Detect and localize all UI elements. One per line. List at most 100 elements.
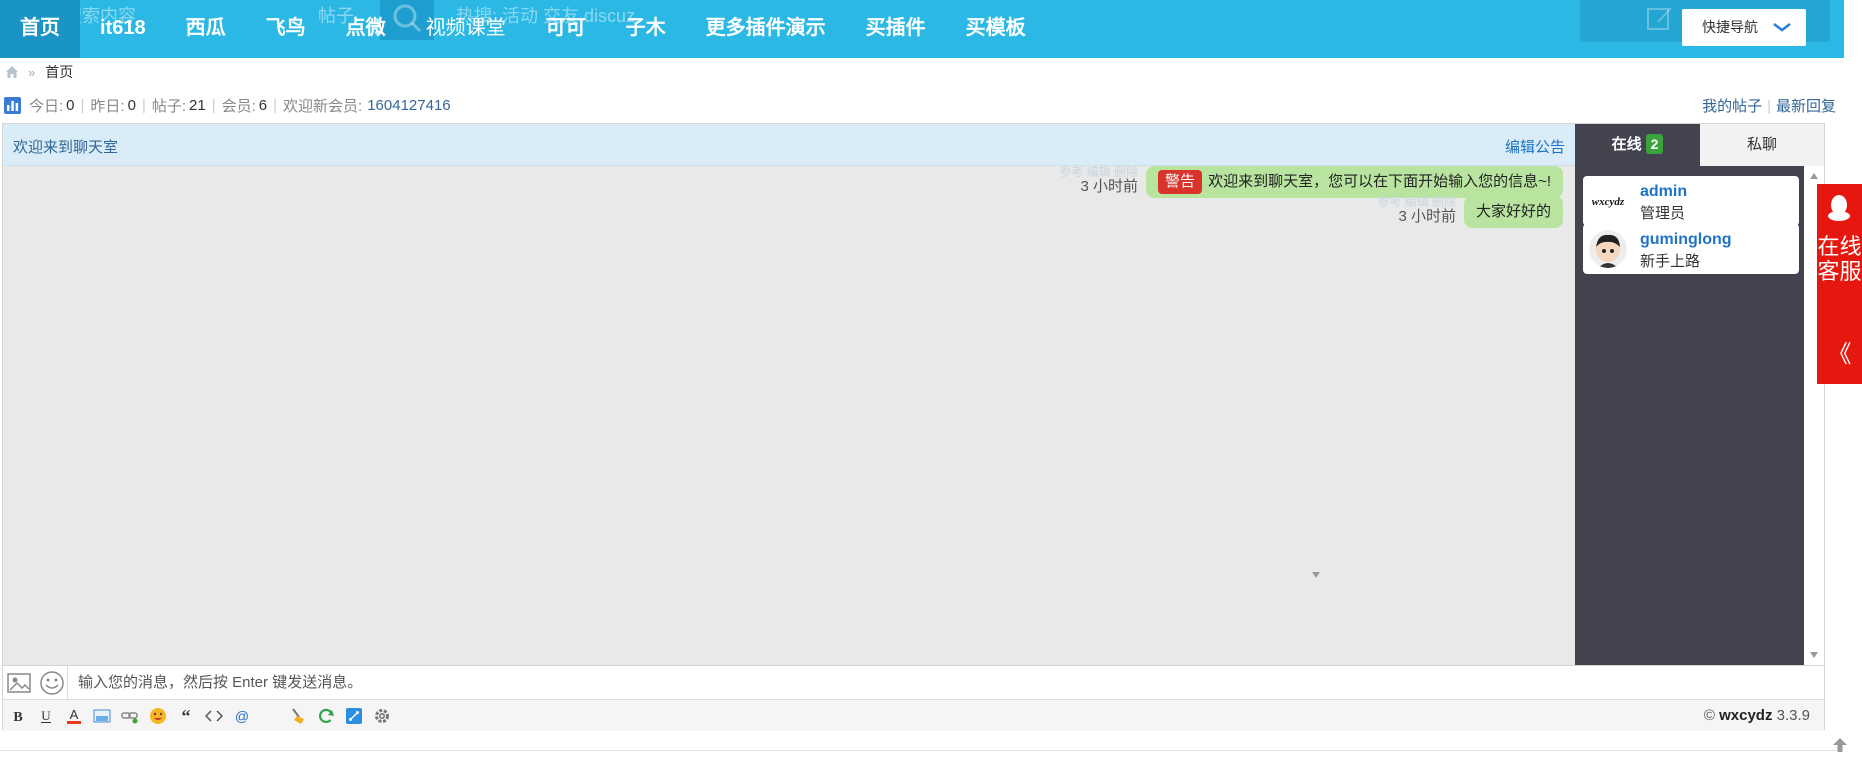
bold-button[interactable]: B xyxy=(7,705,29,727)
svg-text:“: “ xyxy=(182,708,191,724)
service-label: 在线客服 xyxy=(1817,234,1862,284)
nav-item-keke[interactable]: 可可 xyxy=(526,0,606,58)
settings-button[interactable] xyxy=(371,705,393,727)
chat-message: 参考 编辑 删除 3 小时前 警告 欢迎来到聊天室，您可以在下面开始输入您的信息… xyxy=(1059,166,1563,198)
nav-item-dianwei[interactable]: 点微 xyxy=(326,0,406,58)
mention-button[interactable]: @ xyxy=(231,705,253,727)
nav-item-more-plugins[interactable]: 更多插件演示 xyxy=(686,0,846,58)
message-bubble: 大家好好的 xyxy=(1463,196,1563,228)
nav-item-buy-plugins[interactable]: 买插件 xyxy=(846,0,946,58)
code-button[interactable] xyxy=(203,705,225,727)
online-user-guminglong[interactable]: guminglong 新手上路 xyxy=(1583,224,1799,274)
svg-text:U: U xyxy=(41,708,51,723)
new-member-link[interactable]: 1604127416 xyxy=(367,97,450,114)
posts-label: 帖子: xyxy=(151,97,187,115)
online-user-admin[interactable]: wxcydz admin 管理员 xyxy=(1583,176,1799,226)
new-member-label: 欢迎新会员: xyxy=(283,97,363,115)
emoji-icon[interactable] xyxy=(39,670,65,696)
message-list[interactable]: 参考 编辑 删除 3 小时前 警告 欢迎来到聊天室，您可以在下面开始输入您的信息… xyxy=(3,166,1575,665)
message-time: 3 小时前 xyxy=(1398,208,1456,225)
collapse-icon[interactable]: 《 xyxy=(1817,334,1862,369)
svg-text:A: A xyxy=(70,707,79,722)
message-actions[interactable]: 参考 编辑 删除 xyxy=(1377,196,1456,208)
edit-notice-link[interactable]: 编辑公告 xyxy=(1505,136,1565,157)
nav-item-buy-templates[interactable]: 买模板 xyxy=(946,0,1046,58)
avatar xyxy=(1589,230,1627,268)
nav-item-home[interactable]: 首页 xyxy=(0,0,80,58)
qq-icon xyxy=(1828,195,1850,221)
quick-nav-button[interactable]: 快捷导航 xyxy=(1682,9,1806,46)
svg-text:B: B xyxy=(13,710,22,724)
posts-count: 21 xyxy=(189,96,206,114)
version-info: © wxcydz 3.3.9 xyxy=(1704,707,1810,724)
link-icon xyxy=(121,712,138,724)
smiley-button[interactable] xyxy=(147,705,169,727)
copyright-symbol: © xyxy=(1703,707,1715,724)
gear-icon xyxy=(375,709,389,723)
nav-item-feiniao[interactable]: 飞鸟 xyxy=(246,0,326,58)
version-author: wxcydz xyxy=(1719,707,1773,724)
quote-button[interactable]: “ xyxy=(175,705,197,727)
message-input-row xyxy=(3,665,1824,699)
tab-online-label: 在线 xyxy=(1611,136,1642,153)
yesterday-count: 0 xyxy=(127,96,136,114)
scroll-down-icon[interactable] xyxy=(1311,571,1321,579)
refresh-button[interactable] xyxy=(315,705,337,727)
insert-link-button[interactable] xyxy=(119,705,141,727)
scroll-up-icon[interactable] xyxy=(1809,172,1819,180)
fullscreen-icon xyxy=(346,708,362,724)
my-posts-link[interactable]: 我的帖子 xyxy=(1702,98,1762,115)
notice-bar: 欢迎来到聊天室 编辑公告 xyxy=(3,124,1575,166)
stats-chart-icon xyxy=(4,96,21,114)
quick-nav-label: 快捷导航 xyxy=(1702,19,1758,35)
chat-message: 参考 编辑 删除 3 小时前 大家好好的 xyxy=(1377,196,1563,228)
message-text: 欢迎来到聊天室，您可以在下面开始输入您的信息~! xyxy=(1208,173,1551,190)
warning-tag: 警告 xyxy=(1158,170,1203,194)
smiley-icon xyxy=(150,708,166,724)
latest-replies-link[interactable]: 最新回复 xyxy=(1776,98,1836,115)
image-icon xyxy=(93,709,111,723)
breadcrumb-current[interactable]: 首页 xyxy=(45,62,73,82)
message-input[interactable] xyxy=(67,666,1817,699)
broom-icon xyxy=(292,708,304,724)
user-name: admin xyxy=(1640,183,1688,200)
online-panel: 在线 2 私聊 wxcydz admin 管理员 guminglong 新手上路 xyxy=(1575,124,1824,665)
chevron-down-icon xyxy=(1773,23,1791,32)
nav-item-video-class[interactable]: 视频课堂 xyxy=(406,0,526,58)
clear-button[interactable] xyxy=(287,705,309,727)
message-time: 3 小时前 xyxy=(1080,178,1139,195)
nav-menu: 首页 it618 西瓜 飞鸟 点微 视频课堂 可可 子木 更多插件演示 买插件 … xyxy=(0,0,1046,58)
editor-toolbar: B U A “ @ © wxcydz 3.3.9 xyxy=(3,699,1824,731)
chat-room: 欢迎来到聊天室 编辑公告 参考 编辑 删除 3 小时前 警告 欢迎来到聊天室，您… xyxy=(2,123,1825,731)
insert-image-button[interactable] xyxy=(91,705,113,727)
today-label: 今日: xyxy=(29,97,64,115)
underline-icon: U xyxy=(41,708,51,723)
back-to-top-button[interactable] xyxy=(1827,732,1853,758)
tab-online[interactable]: 在线 2 xyxy=(1575,124,1700,166)
font-color-button[interactable]: A xyxy=(63,705,85,727)
image-upload-icon[interactable] xyxy=(7,672,33,694)
home-icon[interactable] xyxy=(4,64,20,80)
at-icon: @ xyxy=(235,708,249,724)
message-meta: 参考 编辑 删除 3 小时前 xyxy=(1059,166,1138,196)
bold-icon: B xyxy=(13,710,22,724)
message-text: 大家好好的 xyxy=(1475,203,1551,220)
code-icon xyxy=(205,710,223,722)
nav-item-zimu[interactable]: 子木 xyxy=(606,0,686,58)
user-role: 新手上路 xyxy=(1640,253,1701,270)
nav-item-it618[interactable]: it618 xyxy=(80,0,166,58)
message-actions[interactable]: 参考 编辑 删除 xyxy=(1059,166,1138,178)
tab-private-chat[interactable]: 私聊 xyxy=(1700,124,1824,166)
fullscreen-button[interactable] xyxy=(343,705,365,727)
scroll-down-icon[interactable] xyxy=(1809,651,1819,659)
underline-button[interactable]: U xyxy=(35,705,57,727)
font-color-icon: A xyxy=(67,707,81,724)
nav-item-xigua[interactable]: 西瓜 xyxy=(166,0,246,58)
breadcrumb: » 首页 xyxy=(4,62,73,82)
side-tabs: 在线 2 私聊 xyxy=(1575,124,1824,166)
message-bubble: 警告 欢迎来到聊天室，您可以在下面开始输入您的信息~! xyxy=(1146,166,1563,198)
refresh-icon xyxy=(318,708,334,723)
user-avatar-icon xyxy=(1589,230,1627,268)
quote-icon: “ xyxy=(182,708,191,724)
online-service-float[interactable]: 在线客服 《 xyxy=(1817,184,1862,384)
